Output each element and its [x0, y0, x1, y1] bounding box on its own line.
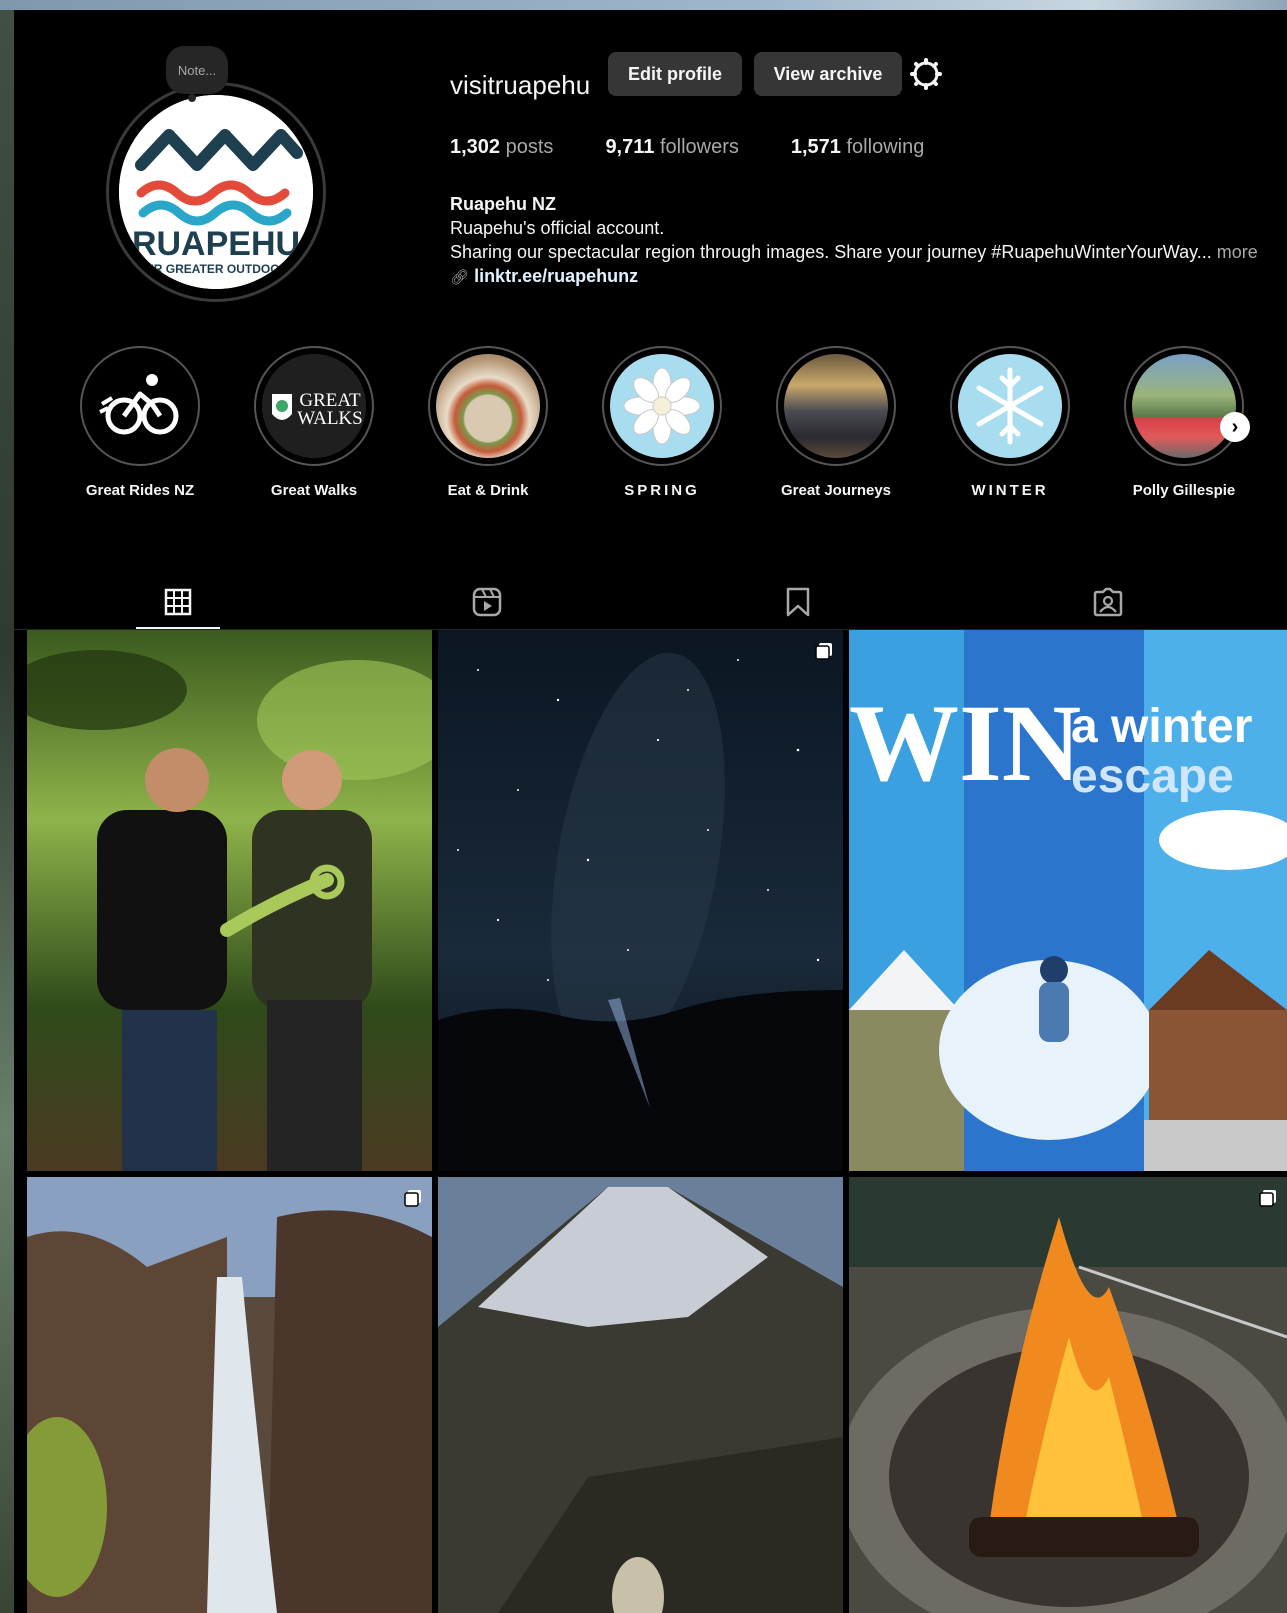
bio-link-row[interactable]: 🔗︎ linktr.ee/ruapehunz — [450, 264, 1258, 290]
food-photo — [436, 354, 540, 458]
waterfall-photo — [27, 1177, 432, 1613]
post-tile-win-winter[interactable]: WIN a winter escape — [849, 630, 1287, 1171]
win-winter-escape-graphic: WIN a winter escape — [849, 630, 1287, 1171]
highlight-winter[interactable]: WINTER — [935, 346, 1085, 499]
svg-text:WIN: WIN — [849, 682, 1081, 804]
post-tile-night-sky[interactable] — [438, 630, 843, 1171]
link-icon: 🔗︎ — [450, 269, 470, 286]
highlight-label: SPRING — [624, 482, 700, 499]
bio-line-2: Sharing our spectacular region through i… — [450, 242, 1258, 262]
highlight-label: Great Walks — [270, 482, 358, 499]
highlight-label: Eat & Drink — [447, 482, 529, 499]
profile-bio: Ruapehu NZ Ruapehu's official account. S… — [450, 192, 1258, 290]
snowflake-icon — [958, 354, 1062, 458]
tagged-icon — [1093, 587, 1123, 617]
chevron-right-icon: › — [1231, 415, 1239, 438]
followers-stat[interactable]: 9,711 followers — [605, 136, 738, 159]
reels-icon — [472, 587, 502, 617]
great-walks-logo-icon: GREAT WALKS — [262, 354, 366, 458]
train-interior-photo — [784, 354, 888, 458]
ruapehu-logo: RUAPEHU OUR GREATER OUTDOORS — [119, 95, 313, 289]
mountain-photo — [438, 1177, 843, 1613]
highlight-spring[interactable]: SPRING — [587, 346, 737, 499]
flower-icon — [610, 354, 714, 458]
svg-text:RUAPEHU: RUAPEHU — [132, 225, 300, 263]
highlight-eat-drink[interactable]: Eat & Drink — [413, 346, 563, 499]
bookmark-icon — [786, 587, 810, 617]
campfire-photo — [849, 1177, 1287, 1613]
race-car-photo — [1132, 354, 1236, 458]
bicycle-icon — [88, 354, 192, 458]
highlight-label: Great Rides NZ — [85, 482, 195, 499]
svg-text:escape: escape — [1071, 750, 1234, 803]
highlight-great-walks[interactable]: GREAT WALKS Great Walks — [239, 346, 389, 499]
post-tile-campfire[interactable] — [849, 1177, 1287, 1613]
tab-tagged[interactable] — [1048, 576, 1168, 628]
highlight-label: WINTER — [971, 482, 1049, 499]
more-link[interactable]: more — [1212, 242, 1258, 262]
desktop-background-strip — [0, 10, 14, 1613]
highlight-great-journeys[interactable]: Great Journeys — [761, 346, 911, 499]
profile-avatar[interactable]: RUAPEHU OUR GREATER OUTDOORS — [106, 82, 326, 302]
tab-posts[interactable] — [118, 576, 238, 628]
profile-page: RUAPEHU OUR GREATER OUTDOORS Note... vis… — [14, 10, 1287, 1613]
posts-stat: 1,302 posts — [450, 136, 554, 158]
tab-reels[interactable] — [427, 576, 547, 628]
browser-top-edge — [0, 0, 1287, 10]
highlight-label: Great Journeys — [780, 482, 892, 499]
edit-profile-button[interactable]: Edit profile — [608, 52, 742, 96]
bio-link[interactable]: linktr.ee/ruapehunz — [474, 266, 638, 286]
note-bubble[interactable]: Note... — [166, 46, 228, 102]
display-name: Ruapehu NZ — [450, 194, 556, 214]
night-sky-photo — [438, 630, 843, 1171]
svg-text:WALKS: WALKS — [297, 408, 362, 429]
settings-gear-icon[interactable] — [910, 58, 942, 90]
view-archive-button[interactable]: View archive — [754, 52, 902, 96]
post-tile-fern[interactable] — [27, 630, 432, 1171]
highlight-label: Polly Gillespie — [1132, 482, 1236, 499]
fern-photo — [27, 630, 432, 1171]
tab-saved[interactable] — [738, 576, 858, 628]
carousel-icon — [815, 643, 832, 660]
note-text: Note... — [177, 62, 217, 78]
profile-stats: 1,302 posts 9,711 followers 1,571 follow… — [450, 136, 924, 159]
carousel-icon — [404, 1190, 421, 1207]
active-tab-indicator — [136, 627, 220, 629]
grid-icon — [164, 588, 192, 616]
username: visitruapehu — [450, 70, 591, 100]
svg-text:a winter: a winter — [1071, 700, 1252, 753]
svg-text:OUR GREATER OUTDOORS: OUR GREATER OUTDOORS — [136, 262, 296, 276]
following-stat[interactable]: 1,571 following — [791, 136, 924, 159]
highlights-next-button[interactable]: › — [1220, 412, 1250, 442]
post-tile-mountain[interactable] — [438, 1177, 843, 1613]
post-tile-waterfall[interactable] — [27, 1177, 432, 1613]
bio-line-1: Ruapehu's official account. — [450, 218, 665, 238]
highlight-great-rides[interactable]: Great Rides NZ — [65, 346, 215, 499]
carousel-icon — [1259, 1190, 1276, 1207]
